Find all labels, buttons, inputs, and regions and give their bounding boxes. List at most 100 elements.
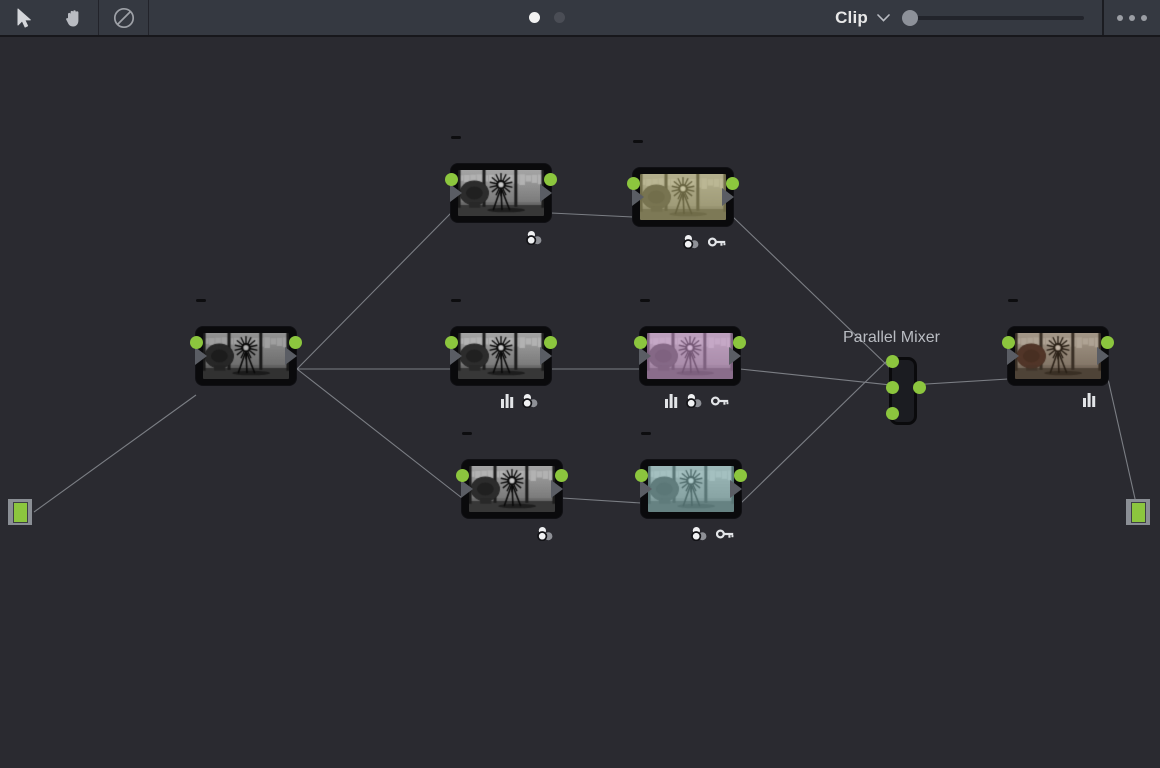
color-wheel-icon-wrapper[interactable] [537, 526, 554, 541]
node-output-arrow [729, 347, 741, 365]
clip-scope-selector[interactable]: Clip [835, 8, 890, 28]
node-thumbnail [648, 466, 734, 512]
node-caption [196, 299, 213, 302]
node-number [451, 299, 461, 302]
color-wheel-icon-wrapper[interactable] [522, 393, 539, 408]
overflow-menu-button[interactable] [1104, 0, 1160, 35]
node-input-arrow [450, 347, 462, 365]
page-dot-2[interactable] [554, 12, 565, 23]
node-output-port[interactable] [555, 469, 568, 482]
node-output-arrow [722, 188, 734, 206]
node-input-port[interactable] [635, 469, 648, 482]
node-caption [451, 299, 468, 302]
node-body[interactable] [196, 327, 296, 385]
node-caption [640, 299, 657, 302]
node-input-port[interactable] [190, 336, 203, 349]
node-number [1008, 299, 1018, 302]
wire-08-to-output [1108, 379, 1138, 512]
node-input-arrow [195, 347, 207, 365]
node-input-port[interactable] [456, 469, 469, 482]
mixer-input-1-port[interactable] [886, 355, 899, 368]
node-input-port[interactable] [1002, 336, 1015, 349]
color-wheel-icon [522, 393, 539, 408]
key-icon [711, 395, 729, 407]
node-output-port[interactable] [289, 336, 302, 349]
tool-group [0, 0, 98, 35]
key-icon-wrapper[interactable] [708, 236, 726, 248]
node-output-arrow [730, 480, 742, 498]
node-body[interactable] [462, 460, 562, 518]
wire-01-to-02 [297, 213, 451, 369]
mixer-input-2-port[interactable] [886, 381, 899, 394]
no-entry-icon [113, 7, 135, 29]
node-number [641, 432, 651, 435]
histogram-icon-wrapper[interactable] [665, 394, 678, 408]
node-thumbnail [458, 170, 544, 216]
wire-04-to-mixer [741, 357, 891, 503]
node-thumbnail [469, 466, 555, 512]
node-output-port[interactable] [733, 336, 746, 349]
color-wheel-icon-wrapper[interactable] [526, 230, 543, 245]
color-wheel-icon [537, 526, 554, 541]
disable-tool-button[interactable] [99, 0, 148, 35]
node-body[interactable] [1008, 327, 1108, 385]
node-number [196, 299, 206, 302]
node-output-arrow [540, 184, 552, 202]
hand-tool-button[interactable] [49, 0, 98, 35]
key-icon-wrapper[interactable] [716, 528, 734, 540]
toolbar-spacer-left [149, 0, 529, 35]
node-output-port[interactable] [544, 336, 557, 349]
node-body[interactable] [640, 327, 740, 385]
wire-02-to-06 [551, 213, 633, 217]
three-dots-icon [1117, 15, 1123, 21]
node-thumbnail [647, 333, 733, 379]
node-body[interactable] [451, 164, 551, 222]
node-output-port[interactable] [544, 173, 557, 186]
node-output-port[interactable] [726, 177, 739, 190]
page-indicator [529, 12, 565, 23]
source-terminal[interactable] [8, 499, 32, 525]
node-size-slider-knob[interactable] [902, 10, 918, 26]
node-body[interactable] [641, 460, 741, 518]
node-input-port[interactable] [445, 336, 458, 349]
mixer-output-port[interactable] [913, 381, 926, 394]
page-dot-1[interactable] [529, 12, 540, 23]
color-wheel-icon [683, 234, 700, 249]
node-input-port[interactable] [634, 336, 647, 349]
key-icon-wrapper[interactable] [711, 395, 729, 407]
node-size-slider-track[interactable] [904, 16, 1084, 20]
node-size-slider[interactable] [904, 0, 1084, 35]
node-thumbnail [1015, 333, 1101, 379]
node-input-arrow [450, 184, 462, 202]
histogram-icon [665, 394, 678, 408]
histogram-icon-wrapper[interactable] [1083, 393, 1096, 407]
node-input-port[interactable] [445, 173, 458, 186]
node-caption [451, 136, 468, 139]
node-number [451, 136, 461, 139]
histogram-icon [1083, 393, 1096, 407]
node-caption [641, 432, 658, 435]
node-body[interactable] [451, 327, 551, 385]
mixer-input-3-port[interactable] [886, 407, 899, 420]
node-input-arrow [1007, 347, 1019, 365]
output-terminal[interactable] [1126, 499, 1150, 525]
node-number [640, 299, 650, 302]
node-output-arrow [540, 347, 552, 365]
output-terminal-swatch [1131, 502, 1146, 523]
top-toolbar: Clip [0, 0, 1160, 37]
node-caption [1008, 299, 1025, 302]
node-output-port[interactable] [1101, 336, 1114, 349]
color-wheel-icon-wrapper[interactable] [686, 393, 703, 408]
node-output-port[interactable] [734, 469, 747, 482]
color-wheel-icon-wrapper[interactable] [683, 234, 700, 249]
color-wheel-icon-wrapper[interactable] [691, 526, 708, 541]
parallel-mixer-body[interactable] [889, 357, 917, 425]
wire-05-to-mixer [740, 369, 891, 385]
node-output-arrow [1097, 347, 1109, 365]
node-thumbnail [203, 333, 289, 379]
histogram-icon-wrapper[interactable] [501, 394, 514, 408]
node-input-port[interactable] [627, 177, 640, 190]
cursor-tool-button[interactable] [0, 0, 49, 35]
node-body[interactable] [633, 168, 733, 226]
node-graph-canvas[interactable]: Parallel Mixer [0, 37, 1160, 768]
